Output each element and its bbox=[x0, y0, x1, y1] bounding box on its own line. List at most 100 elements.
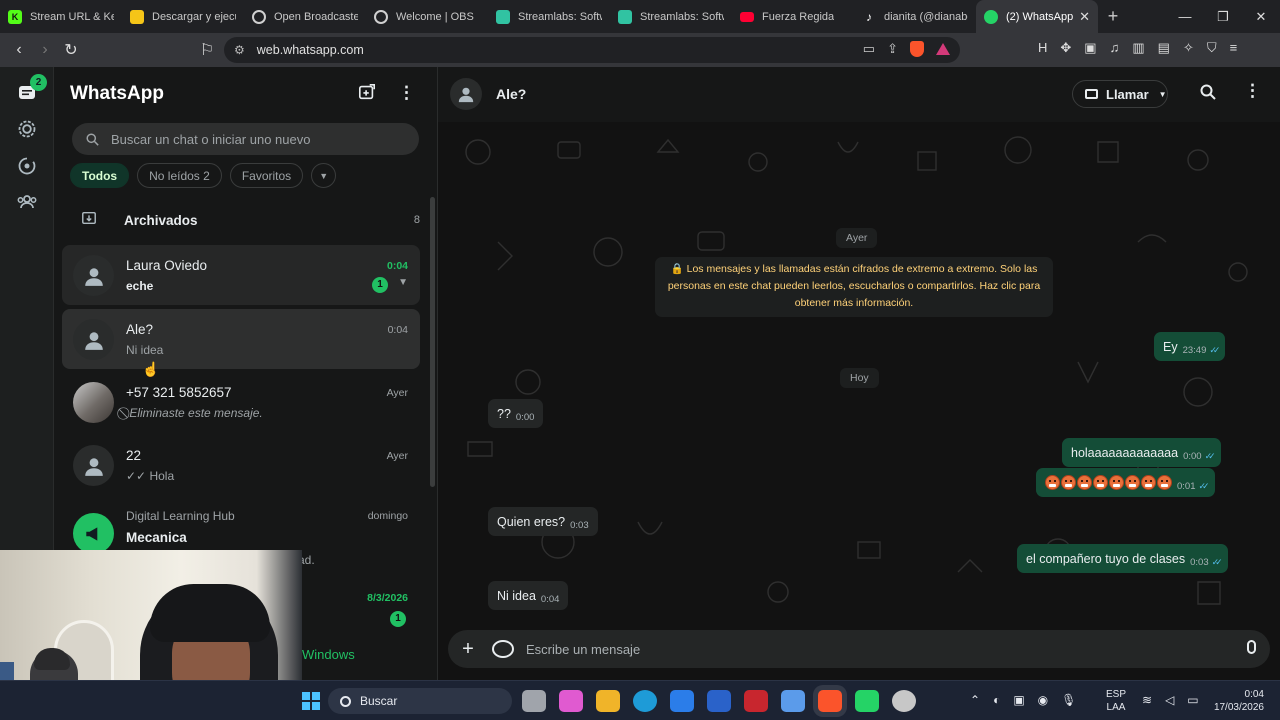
media-icon[interactable]: ▣ bbox=[1084, 40, 1096, 56]
tray-app-icon[interactable]: ◐ bbox=[993, 693, 1000, 707]
taskbar-search[interactable]: Buscar bbox=[328, 688, 512, 714]
reload-button[interactable]: ↻ bbox=[58, 40, 84, 60]
edge-icon[interactable] bbox=[633, 690, 657, 712]
tiktok-icon: ♪ bbox=[866, 9, 872, 24]
tab-descargar[interactable]: Descargar y ejecut bbox=[122, 0, 244, 33]
tab-welcome-obs[interactable]: Welcome | OBS bbox=[366, 0, 488, 33]
system-clock[interactable]: 0:04 17/03/2026 bbox=[1210, 688, 1264, 714]
extension-h-icon[interactable]: H bbox=[1038, 40, 1047, 56]
tab-streamlabs-2[interactable]: Streamlabs: Softw bbox=[610, 0, 732, 33]
message-bubble-incoming[interactable]: ?? 0:00 bbox=[488, 399, 544, 428]
filter-unread[interactable]: No leídos 2 bbox=[137, 163, 222, 188]
message-bubble-outgoing[interactable]: el compañero tuyo de clases 0:03 ✓✓ bbox=[1017, 544, 1228, 573]
brave-icon[interactable] bbox=[818, 690, 842, 712]
message-bubble-outgoing[interactable]: holaaaaaaaaaaaaa 0:00 ✓✓ bbox=[1062, 438, 1221, 467]
message-input[interactable] bbox=[526, 641, 1206, 657]
read-receipt-icon: ✓✓ bbox=[1209, 345, 1220, 355]
search-input[interactable] bbox=[111, 131, 401, 147]
taskbar-apps bbox=[522, 690, 916, 712]
network-volume-battery[interactable]: ≋ ◁ ▭ bbox=[1142, 693, 1199, 707]
filter-all[interactable]: Todos bbox=[70, 163, 130, 188]
microphone-tray-icon[interactable]: 🎙 bbox=[1061, 693, 1076, 707]
bookmark-icon[interactable]: ⚐ bbox=[194, 40, 220, 60]
contact-name[interactable]: Ale? bbox=[496, 86, 526, 102]
message-bubble-outgoing-emoji[interactable]: 0:01 ✓✓ bbox=[1036, 468, 1215, 497]
call-button[interactable]: Llamar ▼ bbox=[1072, 80, 1168, 108]
chat-item-laura-oviedo[interactable]: Laura Oviedo echе 0:04 1 ▼ bbox=[62, 245, 420, 305]
input-language[interactable]: ESP LAA bbox=[1106, 688, 1126, 714]
whatsapp-app-icon[interactable] bbox=[855, 690, 879, 712]
share-icon[interactable]: ⇪ bbox=[887, 41, 898, 57]
tab-stream-url[interactable]: K Stream URL & Key bbox=[0, 0, 122, 33]
back-button[interactable]: ‹ bbox=[6, 41, 32, 59]
avatar-default-icon[interactable] bbox=[450, 78, 482, 110]
chevron-up-icon[interactable]: ⌃ bbox=[970, 693, 980, 707]
channels-icon[interactable] bbox=[16, 156, 38, 178]
address-bar[interactable]: ⚙ web.whatsapp.com ▭ ⇪ bbox=[224, 37, 960, 63]
encryption-notice[interactable]: 🔒 Los mensajes y las llamadas están cifr… bbox=[655, 257, 1053, 317]
tab-tiktok[interactable]: ♪ dianita (@dianabe bbox=[854, 0, 976, 33]
vscode-icon[interactable] bbox=[707, 690, 731, 712]
close-tab-icon[interactable]: ✕ bbox=[1079, 9, 1090, 25]
puzzle-icon[interactable]: ✥ bbox=[1060, 40, 1071, 56]
vpn-icon[interactable]: ⛉ bbox=[1207, 40, 1217, 56]
brave-rewards-icon[interactable] bbox=[936, 43, 950, 55]
task-view-icon[interactable] bbox=[522, 690, 546, 712]
grimacing-face-icon bbox=[1045, 475, 1060, 490]
message-bubble-incoming[interactable]: Ni idea 0:04 bbox=[488, 581, 569, 610]
chat-item-phone[interactable]: +57 321 5852657 ⃠ Eliminaste este mensaj… bbox=[62, 372, 420, 432]
community-name: Digital Learning Hub bbox=[126, 509, 235, 523]
music-icon[interactable]: ♫ bbox=[1110, 40, 1120, 56]
sidebar-icon[interactable]: ▥ bbox=[1132, 40, 1144, 56]
message-bubble-outgoing[interactable]: Ey 23:49 ✓✓ bbox=[1154, 332, 1226, 361]
file-explorer-icon[interactable] bbox=[596, 690, 620, 712]
status-icon[interactable] bbox=[16, 119, 38, 141]
outlook-icon[interactable] bbox=[781, 690, 805, 712]
menu-kebab-icon[interactable]: ⋮ bbox=[1244, 81, 1261, 101]
store-icon[interactable] bbox=[670, 690, 694, 712]
chevron-down-icon[interactable]: ▼ bbox=[398, 277, 408, 288]
chat-item-22[interactable]: 22 ✓✓ Hola Ayer bbox=[62, 435, 420, 495]
communities-icon[interactable] bbox=[16, 192, 38, 214]
message-bubble-incoming[interactable]: Quien eres? 0:03 bbox=[488, 507, 598, 536]
obs-app-icon[interactable] bbox=[892, 690, 916, 712]
tray-app-icon[interactable]: ◉ bbox=[1038, 693, 1048, 707]
leo-icon[interactable]: ✧ bbox=[1183, 40, 1194, 56]
new-chat-icon[interactable] bbox=[358, 83, 376, 106]
menu-kebab-icon[interactable]: ⋮ bbox=[398, 83, 415, 106]
omnibox-actions: ▭ ⇪ bbox=[863, 41, 950, 57]
minimize-button[interactable]: — bbox=[1166, 0, 1204, 33]
cast-icon[interactable]: ▭ bbox=[863, 41, 875, 57]
microphone-icon[interactable] bbox=[1247, 640, 1256, 654]
chat-preview: echе bbox=[126, 279, 154, 293]
brave-shield-icon[interactable] bbox=[910, 41, 924, 57]
filter-more-chevron-icon[interactable]: ▼ bbox=[311, 163, 337, 188]
tab-streamlabs-1[interactable]: Streamlabs: Softw bbox=[488, 0, 610, 33]
grimacing-face-icon bbox=[1157, 475, 1172, 490]
chat-search-box[interactable] bbox=[72, 123, 419, 155]
chat-list-scrollbar[interactable] bbox=[430, 197, 435, 487]
site-settings-icon[interactable]: ⚙ bbox=[234, 43, 245, 57]
tab-whatsapp[interactable]: (2) WhatsApp ✕ bbox=[976, 0, 1098, 33]
copilot-icon[interactable] bbox=[559, 690, 583, 712]
whatsapp-icon bbox=[984, 9, 998, 24]
menu-icon[interactable]: ≡ bbox=[1230, 40, 1238, 56]
wallet-icon[interactable]: ▤ bbox=[1158, 40, 1170, 56]
chat-item-ale[interactable]: Ale? Ni idea 0:04 bbox=[62, 309, 420, 369]
archived-row[interactable]: Archivados 8 bbox=[54, 203, 424, 237]
attach-plus-icon[interactable]: + bbox=[448, 638, 488, 661]
conversation-header[interactable]: Ale? Llamar ▼ ⋮ bbox=[438, 67, 1280, 122]
windows-start-icon[interactable] bbox=[302, 692, 320, 710]
new-tab-button[interactable]: + bbox=[1098, 6, 1128, 27]
emoji-icon[interactable] bbox=[492, 640, 514, 658]
forward-button[interactable]: › bbox=[32, 41, 58, 59]
maximize-button[interactable]: ❐ bbox=[1204, 0, 1242, 33]
read-receipt-icon: ✓✓ bbox=[1211, 557, 1223, 567]
tab-fuerza-regida[interactable]: Fuerza Regida bbox=[732, 0, 854, 33]
filter-favorites[interactable]: Favoritos bbox=[229, 163, 304, 188]
tab-open-broadcaster[interactable]: Open Broadcaster bbox=[244, 0, 366, 33]
search-icon[interactable] bbox=[1200, 84, 1216, 105]
mcafee-icon[interactable] bbox=[744, 690, 768, 712]
tray-app-icon[interactable]: ▣ bbox=[1013, 693, 1024, 707]
close-window-button[interactable]: ✕ bbox=[1242, 0, 1280, 33]
